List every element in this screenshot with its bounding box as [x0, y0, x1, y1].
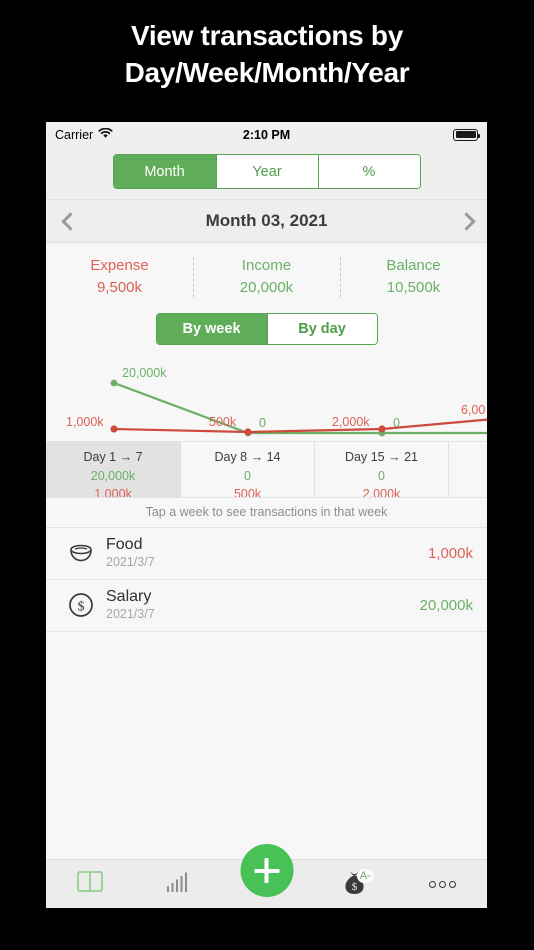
- chart-point-income-0: [110, 379, 118, 386]
- grouping-option-by-week[interactable]: By week: [156, 313, 267, 344]
- transaction-row-salary[interactable]: $ Salary 2021/3/7 20,000k: [46, 580, 487, 632]
- summary-label-balance: Balance: [386, 257, 441, 274]
- dollar-coin-icon: $: [64, 591, 98, 619]
- summary-label-expense: Expense: [90, 257, 149, 274]
- week-tab-title: Day 1 → 7: [83, 449, 143, 464]
- tab-more[interactable]: [399, 860, 487, 908]
- status-bar-right: [453, 128, 480, 141]
- month-title: Month 03, 2021: [205, 211, 328, 230]
- budget-badge: A-: [356, 869, 374, 883]
- week-tap-hint: Tap a week to see transactions in that w…: [46, 497, 487, 528]
- chevron-right-icon[interactable]: [457, 214, 471, 228]
- svg-text:$: $: [352, 881, 358, 893]
- week-tab-income: 0: [378, 468, 385, 483]
- week-tab-income: 0: [244, 468, 251, 483]
- week-tab-1[interactable]: Day 8 → 14 0 500k: [180, 441, 314, 498]
- transaction-date: 2021/3/7: [106, 555, 155, 570]
- period-segment-container: Month Year %: [46, 147, 487, 199]
- week-tab-title: Da: [449, 448, 487, 467]
- summary-value-expense: 9,500k: [96, 278, 143, 296]
- transaction-text-salary: Salary 2021/3/7: [98, 587, 420, 623]
- period-option-month[interactable]: Month: [113, 155, 216, 188]
- bowl-icon: [64, 541, 98, 565]
- carrier-label: Carrier: [55, 127, 94, 142]
- transaction-amount: 20,000k: [419, 596, 473, 614]
- week-tab-0[interactable]: Day 1 → 7 20,000k 1,000k: [46, 441, 180, 498]
- chart-point-expense-1: [244, 427, 252, 436]
- week-tab-title: Day 15 → 21: [345, 449, 418, 464]
- promo-headline: View transactions by Day/Week/Month/Year: [0, 18, 534, 92]
- chart-svg: [110, 379, 487, 436]
- tab-reports[interactable]: [134, 860, 222, 908]
- week-tab-2[interactable]: Day 15 → 21 0 2,000k: [314, 441, 448, 498]
- summary-label-income: Income: [241, 257, 292, 274]
- chart-label-expense-2: 2,000k: [332, 414, 370, 429]
- status-bar: Carrier 2:10 PM: [46, 122, 487, 147]
- summary-cell-balance: Balance 10,500k: [340, 255, 487, 299]
- bottom-tab-bar: $ A-: [46, 844, 487, 908]
- week-tab-expense: 2,000k: [362, 487, 401, 498]
- chevron-left-icon[interactable]: [62, 214, 76, 228]
- week-tab-3[interactable]: Da: [448, 441, 487, 497]
- transaction-text-food: Food 2021/3/7: [98, 535, 428, 571]
- tab-budget[interactable]: $ A-: [311, 860, 399, 908]
- period-segment[interactable]: Month Year %: [112, 154, 421, 189]
- trend-chart[interactable]: 20,000k 0 0 1,000k 500k 2,000k 6,00: [46, 358, 487, 441]
- month-navigator: Month 03, 2021: [46, 199, 487, 243]
- tab-book[interactable]: [46, 860, 134, 908]
- transaction-row-food[interactable]: Food 2021/3/7 1,000k: [46, 528, 487, 580]
- summary-value-balance: 10,500k: [386, 278, 441, 296]
- book-icon: [77, 871, 103, 897]
- week-tab-expense: 1,000k: [94, 487, 132, 498]
- grouping-segment-container: By week By day: [46, 306, 487, 359]
- chart-series-expense: [113, 417, 487, 433]
- transaction-amount: 1,000k: [427, 544, 473, 562]
- status-bar-left: Carrier: [55, 127, 113, 142]
- summary-cell-income: Income 20,000k: [193, 255, 340, 299]
- phone-screen: Carrier 2:10 PM Month Year % Month 03, 2…: [46, 122, 487, 908]
- chart-label-income-2: 0: [393, 415, 400, 430]
- summary-value-income: 20,000k: [239, 278, 294, 296]
- svg-text:$: $: [78, 600, 85, 615]
- transaction-date: 2021/3/7: [106, 607, 155, 622]
- chart-label-expense-0: 1,000k: [66, 414, 104, 429]
- more-dots-icon: [429, 880, 457, 888]
- week-tab-income: 20,000k: [90, 468, 136, 483]
- chart-label-income-0: 20,000k: [122, 365, 167, 380]
- summary-cell-expense: Expense 9,500k: [46, 255, 193, 299]
- week-tab-title: Day 8 → 14: [214, 449, 281, 464]
- chart-label-expense-3: 6,00: [461, 402, 486, 417]
- transaction-name: Salary: [106, 587, 152, 605]
- transaction-list: Food 2021/3/7 1,000k $ Salary 2021/3/7 2…: [46, 527, 487, 632]
- battery-full-icon: [453, 128, 480, 141]
- week-tab-strip[interactable]: Day 1 → 7 20,000k 1,000k Day 8 → 14 0 50…: [46, 440, 487, 498]
- transaction-name: Food: [106, 535, 143, 553]
- chart-point-expense-2: [378, 424, 386, 433]
- period-option-percent[interactable]: %: [317, 155, 420, 188]
- period-option-year[interactable]: Year: [215, 155, 318, 188]
- tab-add[interactable]: [222, 844, 310, 908]
- grouping-option-by-day[interactable]: By day: [266, 313, 377, 344]
- wifi-icon: [98, 127, 113, 142]
- grouping-segment[interactable]: By week By day: [155, 312, 378, 345]
- chart-label-income-1: 0: [259, 415, 266, 430]
- promo-line-2: Day/Week/Month/Year: [124, 56, 410, 88]
- summary-row: Expense 9,500k Income 20,000k Balance 10…: [46, 243, 487, 307]
- plus-icon[interactable]: [240, 844, 293, 897]
- promo-line-1: View transactions by: [130, 20, 404, 51]
- week-tab-expense: 500k: [233, 487, 262, 498]
- bar-chart-icon: [166, 872, 190, 897]
- chart-point-expense-0: [110, 424, 118, 433]
- chart-label-expense-1: 500k: [209, 414, 237, 429]
